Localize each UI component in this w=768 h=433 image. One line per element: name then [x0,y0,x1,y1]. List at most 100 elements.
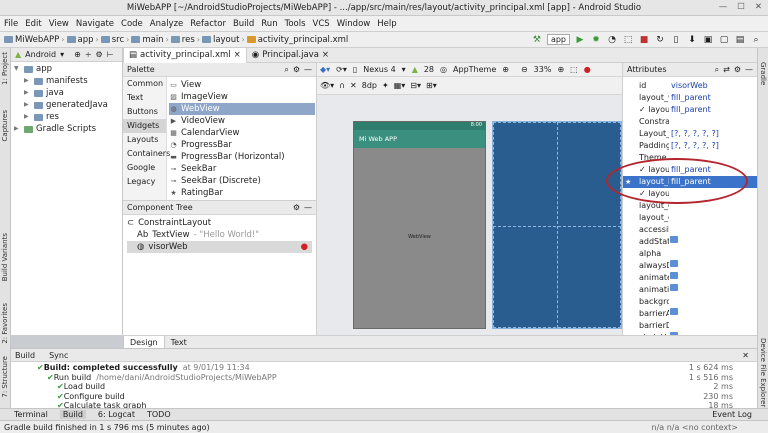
project-view-select[interactable]: Android [25,50,56,59]
event-log-tab[interactable]: Event Log [712,410,752,419]
palette-category[interactable]: Containers [123,147,170,161]
chevron-down-icon[interactable]: ▾ [60,50,64,59]
clear-constraints-icon[interactable]: ✕ [350,81,357,90]
palette-category[interactable]: Layouts [123,133,166,147]
tree-item[interactable]: ▶ java [14,87,119,99]
collapse-icon[interactable]: ÷ [85,50,92,59]
attribute-row[interactable]: layout_edito [623,212,757,224]
maximize-icon[interactable]: ☐ [737,2,745,12]
menu-help[interactable]: Help [377,19,396,29]
tree-item[interactable]: ▼ app [14,63,119,75]
attribute-value[interactable]: [?, ?, ?, ?, ?] [669,128,719,140]
device-select[interactable]: Nexus 4 [363,65,395,74]
checkbox-icon[interactable] [670,236,678,243]
chevron-right-icon[interactable]: ▶ [24,75,31,87]
build-row[interactable]: ✔ Build: completed successfully at 9/01/1… [37,363,757,373]
search-icon[interactable]: ⌕ [750,34,762,46]
gear-icon[interactable]: ⚙ [293,65,300,74]
align-icon[interactable]: ⊟▾ [410,81,421,90]
gear-icon[interactable]: ⚙ [293,203,300,212]
breadcrumb-item[interactable]: layout [213,35,240,45]
favorites-tool-tab[interactable]: 2: Favorites [1,303,9,344]
checkbox-icon[interactable] [670,284,678,291]
search-icon[interactable]: ⌕ [284,65,288,75]
bottom-tab[interactable]: TODO [147,410,171,419]
stop-icon[interactable]: ■ [638,34,650,46]
minimize-icon[interactable]: — [719,2,728,12]
profile-icon[interactable]: ◔ [606,34,618,46]
attribute-row[interactable]: barrierDirec [623,320,757,332]
attribute-row[interactable]: Layout_Mar[?, ?, ?, ?, ?] [623,128,757,140]
palette-widget[interactable]: ★ RatingBar [169,187,315,199]
menu-build[interactable]: Build [233,19,254,29]
component-tree-item[interactable]: ⊂ ConstraintLayout [127,217,312,229]
api-select[interactable]: 28 [424,65,434,74]
palette-widget[interactable]: ▦ CalendarView [169,127,315,139]
sdk-manager-icon[interactable]: ⬇ [686,34,698,46]
attribute-row[interactable]: barrierAllov [623,308,757,320]
debug-icon[interactable]: ✹ [590,34,602,46]
palette-widget[interactable]: ▨ ImageView [169,91,315,103]
tree-item[interactable]: ▶ Gradle Scripts [14,123,119,135]
sync-icon[interactable]: ↻ [654,34,666,46]
attribute-row[interactable]: Padding [?, ?, ?, ?, ?] [623,140,757,152]
fit-icon[interactable]: ⬚ [570,65,578,74]
project-tool-tab[interactable]: 1: Project [1,52,9,85]
device-icon[interactable]: ▢ [718,34,730,46]
attribute-row[interactable]: Constraints [623,116,757,128]
attribute-row[interactable]: animationC [623,284,757,296]
orientation-icon[interactable]: ⟳▾ [336,65,347,74]
build-row[interactable]: ✔ Load build 2 ms [37,382,757,392]
phone-icon[interactable]: ▯ [353,65,357,74]
menu-view[interactable]: View [49,19,69,29]
menu-window[interactable]: Window [337,19,371,29]
attribute-row[interactable]: id visorWeb [623,80,757,92]
palette-category[interactable]: Buttons [123,105,166,119]
menu-code[interactable]: Code [121,19,143,29]
breadcrumb-item[interactable]: res [182,35,195,45]
attribute-value[interactable]: fill_parent [669,92,711,104]
menu-analyze[interactable]: Analyze [150,19,184,29]
palette-widget[interactable]: ⊸ SeekBar [169,163,315,175]
attribute-row[interactable]: addStatesFr [623,236,757,248]
hide-icon[interactable]: — [304,65,312,74]
hammer-icon[interactable]: ⚒ [531,34,543,46]
attribute-value[interactable]: [?, ?, ?, ?, ?] [669,140,719,152]
breadcrumb-item[interactable]: activity_principal.xml [258,35,349,45]
editor-tab[interactable]: ▤ activity_principal.xml × [123,47,247,63]
checkbox-icon[interactable] [670,308,678,315]
theme-select[interactable]: AppTheme [453,65,496,74]
close-icon[interactable]: × [322,50,329,60]
hide-icon[interactable]: — [745,65,753,74]
chevron-down-icon[interactable]: ▾ [402,65,406,74]
palette-widget[interactable]: ▭ View [169,79,315,91]
attribute-value[interactable]: fill_parent [669,104,711,116]
menu-navigate[interactable]: Navigate [76,19,114,29]
tab-text[interactable]: Text [165,336,193,349]
build-tab-build[interactable]: Build [15,351,35,360]
editor-tab[interactable]: ◉ Principal.java × [247,48,334,63]
layout-inspector-icon[interactable]: ▣ [702,34,714,46]
attribute-row[interactable]: accessibility [623,224,757,236]
error-icon[interactable]: ● [301,241,312,253]
checkbox-icon[interactable] [670,272,678,279]
eye-icon[interactable]: 👁▾ [320,81,334,90]
attribute-row[interactable]: ✓ layout_wifill_parent [623,104,757,116]
gear-icon[interactable]: ⚙ [734,65,741,74]
menu-edit[interactable]: Edit [25,19,41,29]
chevron-right-icon[interactable]: ▶ [24,99,31,111]
breadcrumb-item[interactable]: app [78,35,94,45]
menu-tools[interactable]: Tools [285,19,306,29]
menu-vcs[interactable]: VCS [313,19,330,29]
attribute-row[interactable]: animateLay [623,272,757,284]
attribute-row[interactable]: alwaysDraw [623,260,757,272]
swap-icon[interactable]: ⇄ [723,65,730,74]
component-tree-item[interactable]: Ab TextView - "Hello World!" [127,229,312,241]
hide-icon[interactable]: ⊢ [107,50,114,59]
build-variants-tool-tab[interactable]: Build Variants [1,233,9,281]
structure-icon[interactable]: ▤ [734,34,746,46]
target-icon[interactable]: ⊕ [74,50,81,59]
tree-item[interactable]: ▶ res [14,111,119,123]
chevron-right-icon[interactable]: ▶ [24,111,31,123]
palette-category[interactable]: Text [123,91,166,105]
